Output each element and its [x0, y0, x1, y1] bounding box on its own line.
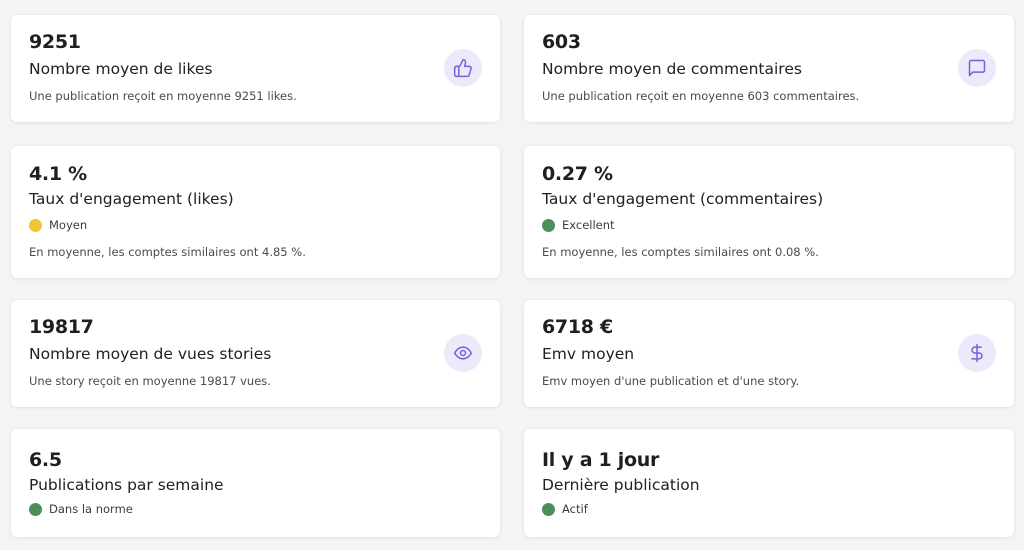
- status-badge: Dans la norme: [29, 502, 133, 516]
- status-badge: Actif: [542, 502, 588, 516]
- status-text: Actif: [562, 502, 588, 516]
- card-engagement-likes: 4.1 % Taux d'engagement (likes) Moyen En…: [11, 146, 500, 278]
- status-text: Excellent: [562, 218, 615, 232]
- status-badge: Excellent: [542, 218, 615, 232]
- card-value: 6718 €: [542, 316, 613, 338]
- card-avg-likes: 9251 Nombre moyen de likes Une publicati…: [11, 15, 500, 122]
- card-description: Une story reçoit en moyenne 19817 vues.: [29, 374, 271, 388]
- card-engagement-comments: 0.27 % Taux d'engagement (commentaires) …: [524, 146, 1014, 278]
- card-label: Taux d'engagement (commentaires): [542, 190, 824, 208]
- card-label: Dernière publication: [542, 476, 700, 494]
- card-label: Nombre moyen de vues stories: [29, 345, 272, 363]
- dollar-icon: [958, 334, 996, 372]
- status-dot: [542, 502, 555, 516]
- status-dot: [542, 218, 555, 232]
- card-value: 4.1 %: [29, 163, 87, 185]
- card-value: 6.5: [29, 449, 62, 471]
- card-value: 9251: [29, 31, 81, 53]
- status-text: Dans la norme: [49, 502, 133, 516]
- card-label: Publications par semaine: [29, 476, 224, 494]
- card-label: Nombre moyen de commentaires: [542, 60, 802, 78]
- card-label: Emv moyen: [542, 345, 635, 363]
- card-description: Emv moyen d'une publication et d'une sto…: [542, 374, 800, 388]
- card-description: En moyenne, les comptes similaires ont 4…: [29, 245, 306, 259]
- card-description: Une publication reçoit en moyenne 603 co…: [542, 89, 860, 103]
- thumbs-up-icon: [444, 49, 482, 87]
- card-posts-per-week: 6.5 Publications par semaine Dans la nor…: [11, 429, 500, 537]
- card-description: Une publication reçoit en moyenne 9251 l…: [29, 89, 297, 103]
- status-dot: [29, 502, 42, 516]
- eye-icon: [444, 334, 482, 372]
- card-value: 603: [542, 31, 581, 53]
- card-label: Taux d'engagement (likes): [29, 190, 234, 208]
- status-text: Moyen: [49, 218, 88, 232]
- card-story-views: 19817 Nombre moyen de vues stories Une s…: [11, 300, 500, 407]
- card-last-post: Il y a 1 jour Dernière publication Actif: [524, 429, 1014, 537]
- status-badge: Moyen: [29, 218, 87, 232]
- card-value: Il y a 1 jour: [542, 449, 660, 471]
- card-value: 19817: [29, 316, 94, 338]
- card-avg-comments: 603 Nombre moyen de commentaires Une pub…: [524, 15, 1014, 122]
- card-description: En moyenne, les comptes similaires ont 0…: [542, 245, 819, 259]
- comment-icon: [958, 49, 996, 87]
- status-dot: [29, 218, 42, 232]
- card-label: Nombre moyen de likes: [29, 60, 213, 78]
- card-value: 0.27 %: [542, 163, 613, 185]
- card-emv: 6718 € Emv moyen Emv moyen d'une publica…: [524, 300, 1014, 407]
